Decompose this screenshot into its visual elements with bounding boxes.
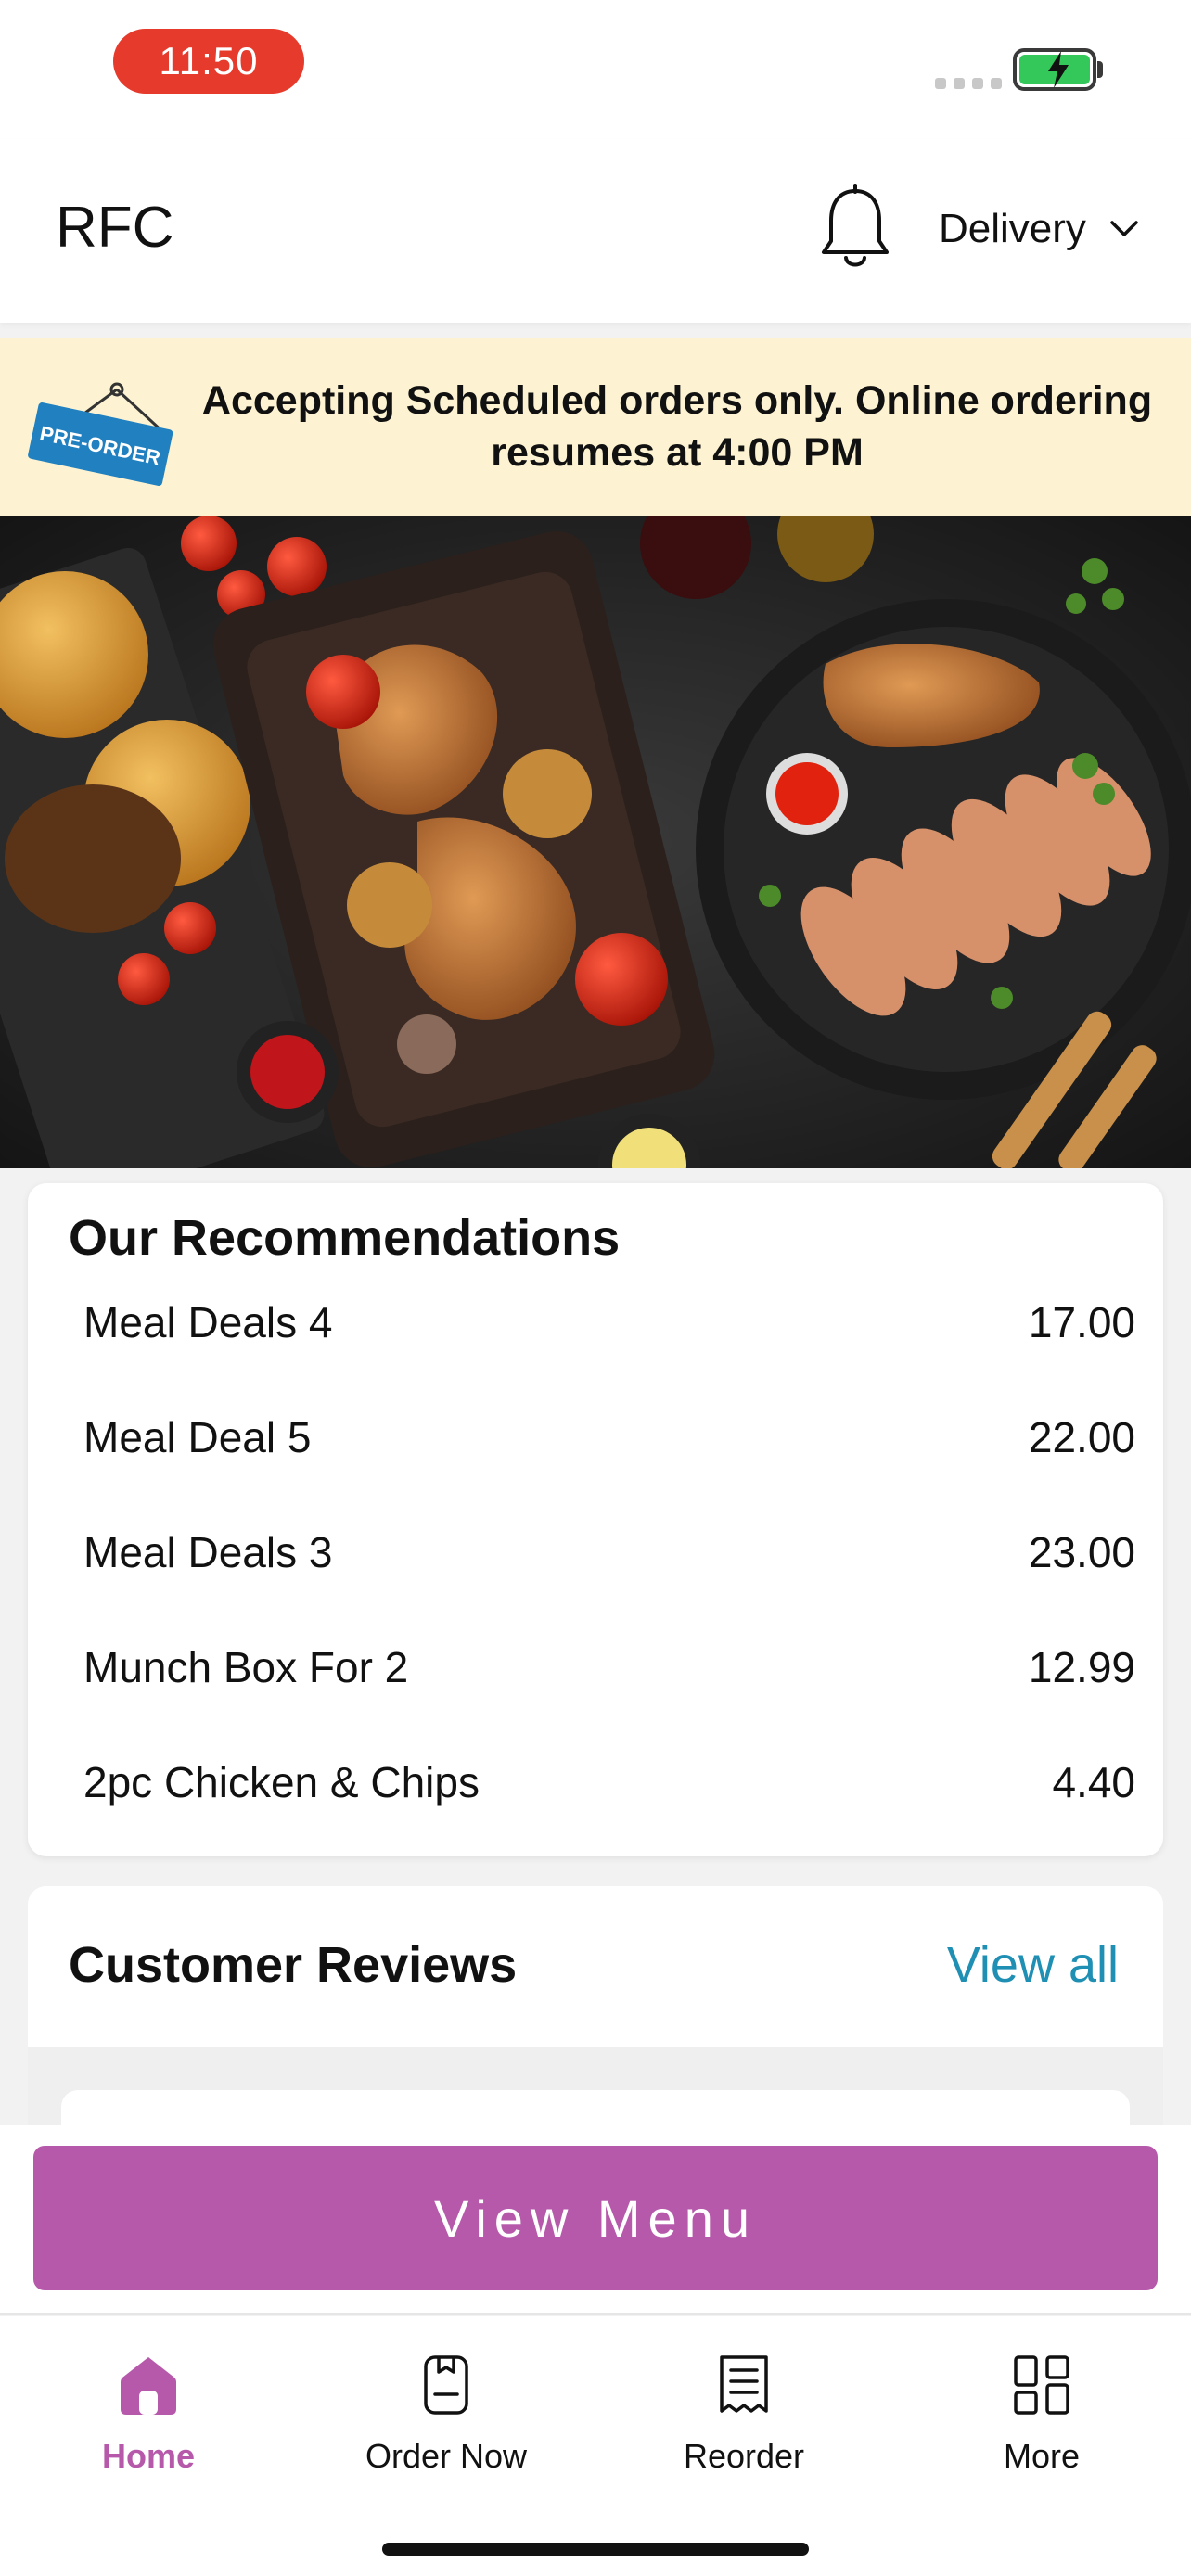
signal-icon <box>935 78 1002 89</box>
home-indicator <box>382 2543 809 2556</box>
item-price: 23.00 <box>1028 1528 1135 1576</box>
battery-tip <box>1097 61 1103 78</box>
delivery-mode-select[interactable]: Delivery <box>939 206 1138 252</box>
cta-container: View Menu <box>0 2125 1191 2315</box>
tab-order-now[interactable]: Order Now <box>326 2353 567 2502</box>
item-name: Munch Box For 2 <box>83 1643 409 1691</box>
banner-message: Accepting Scheduled orders only. Online … <box>201 378 1153 475</box>
item-name: Meal Deal 5 <box>83 1413 312 1461</box>
tab-reorder[interactable]: Reorder <box>623 2353 864 2502</box>
bell-icon[interactable] <box>816 184 894 276</box>
item-price: 12.99 <box>1028 1643 1135 1691</box>
status-bar: 11:50 <box>0 0 1191 139</box>
recommendation-item[interactable]: 2pc Chicken & Chips 4.40 <box>83 1745 1135 1819</box>
status-time: 11:50 <box>113 29 304 94</box>
home-icon <box>121 2357 176 2415</box>
item-price: 17.00 <box>1028 1298 1135 1346</box>
recommendation-item[interactable]: Meal Deals 4 17.00 <box>83 1285 1135 1359</box>
tab-home[interactable]: Home <box>28 2353 269 2502</box>
grid-icon <box>1014 2355 1069 2415</box>
review-card[interactable] <box>61 2090 1130 2127</box>
app-header: RFC Delivery <box>0 139 1191 323</box>
battery-icon <box>1013 48 1096 91</box>
tab-label: Home <box>101 2437 196 2475</box>
recommendation-item[interactable]: Munch Box For 2 12.99 <box>83 1630 1135 1704</box>
receipt-icon <box>720 2355 768 2413</box>
preorder-tag-icon: PRE-ORDER <box>28 382 173 486</box>
tab-label: More <box>1003 2437 1081 2475</box>
chevron-down-icon <box>1110 221 1138 236</box>
item-name: Meal Deals 3 <box>83 1528 333 1576</box>
recommendation-item[interactable]: Meal Deals 3 23.00 <box>83 1515 1135 1589</box>
recommendation-item[interactable]: Meal Deal 5 22.00 <box>83 1400 1135 1474</box>
reviews-list <box>28 2047 1163 2127</box>
item-name: 2pc Chicken & Chips <box>83 1758 480 1806</box>
delivery-mode-label: Delivery <box>939 206 1086 251</box>
order-icon <box>424 2355 468 2415</box>
item-price: 22.00 <box>1028 1413 1135 1461</box>
reviews-header: Customer Reviews View all <box>28 1886 1163 2047</box>
reviews-card: Customer Reviews View all <box>28 1886 1163 2127</box>
view-menu-button[interactable]: View Menu <box>33 2146 1158 2290</box>
tab-more[interactable]: More <box>921 2353 1162 2502</box>
tab-label: Order Now <box>365 2437 528 2475</box>
hero-food-image <box>0 516 1191 1168</box>
recommendations-title: Our Recommendations <box>69 1210 621 1266</box>
view-all-link[interactable]: View all <box>947 1936 1119 1994</box>
tab-label: Reorder <box>683 2437 805 2475</box>
preorder-banner: PRE-ORDER Accepting Scheduled orders onl… <box>0 338 1191 516</box>
item-name: Meal Deals 4 <box>83 1298 333 1346</box>
app-title: RFC <box>56 196 174 260</box>
item-price: 4.40 <box>1052 1758 1135 1806</box>
reviews-title: Customer Reviews <box>69 1937 518 1993</box>
bottom-tab-bar: Home Order Now Reorder More <box>0 2316 1191 2576</box>
